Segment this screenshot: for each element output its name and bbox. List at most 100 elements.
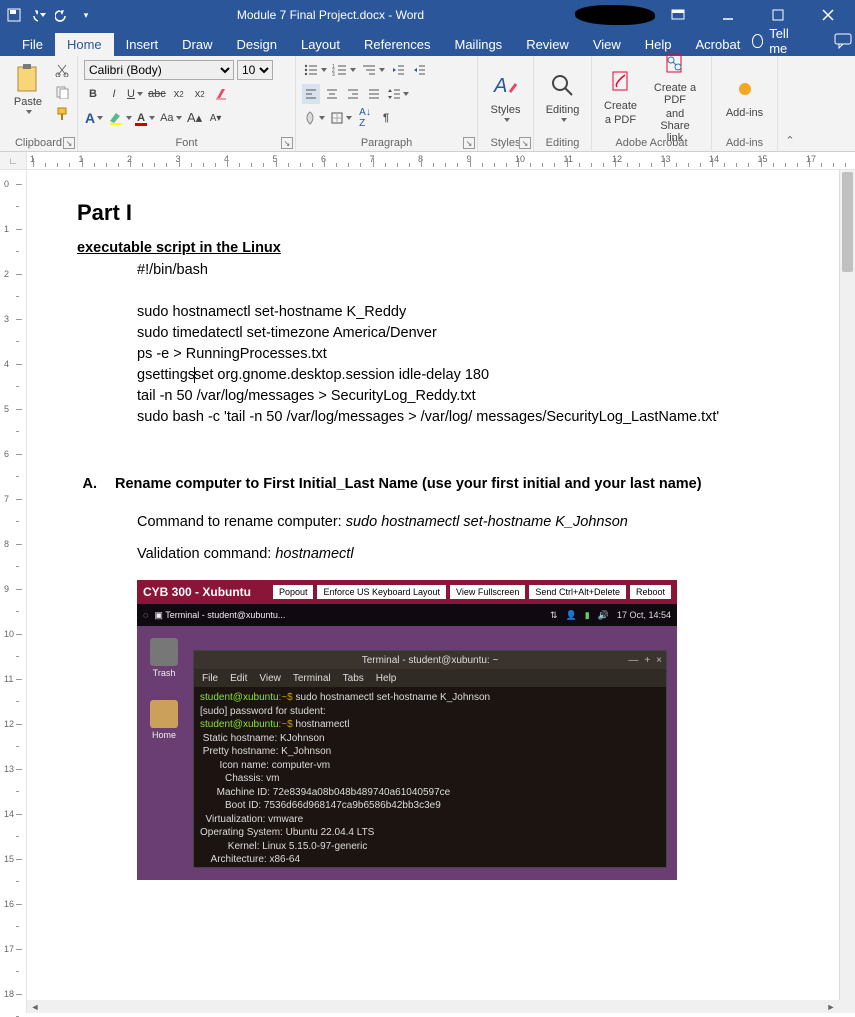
change-case-button[interactable]: Aa: [159, 108, 182, 128]
ribbon: Paste Clipboard ↘ Calibri (Body) 10 B I …: [0, 56, 855, 152]
paste-button[interactable]: Paste: [6, 60, 50, 116]
group-font-label: Font: [84, 135, 289, 149]
align-right-icon[interactable]: [344, 84, 362, 104]
list-item-a: A. Rename computer to First Initial_Last…: [77, 476, 769, 492]
xubuntu-menu-icon: ◌: [143, 610, 148, 620]
find-icon: [547, 70, 579, 102]
tab-mailings[interactable]: Mailings: [443, 33, 515, 56]
group-paragraph-label: Paragraph: [302, 135, 471, 149]
document-page: Part I executable script in the Linux #!…: [27, 170, 819, 880]
subscript-button[interactable]: x2: [170, 84, 188, 104]
group-clipboard-label: Clipboard: [6, 135, 71, 149]
font-launcher[interactable]: ↘: [281, 137, 293, 149]
save-icon[interactable]: [6, 7, 22, 23]
cut-icon[interactable]: [53, 60, 71, 80]
bold-button[interactable]: B: [84, 84, 102, 104]
numbering-icon[interactable]: 123: [331, 60, 357, 80]
window-title: Module 7 Final Project.docx - Word: [94, 8, 567, 22]
font-color-icon[interactable]: A: [136, 108, 156, 128]
terminal-window: Terminal - student@xubuntu: ~ —+× FileEd…: [193, 650, 667, 868]
align-left-icon[interactable]: [302, 84, 320, 104]
italic-button[interactable]: I: [105, 84, 123, 104]
create-share-link-button[interactable]: Create a PDF and Share link: [645, 46, 705, 146]
embedded-screenshot: CYB 300 - Xubuntu Popout Enforce US Keyb…: [137, 580, 677, 880]
styles-button[interactable]: A Styles: [484, 60, 527, 132]
clipboard-launcher[interactable]: ↘: [63, 137, 75, 149]
tab-file[interactable]: File: [10, 33, 55, 56]
tab-references[interactable]: References: [352, 33, 442, 56]
horizontal-ruler[interactable]: ∟ 112345678910111213141517: [0, 152, 855, 170]
show-marks-icon[interactable]: ¶: [377, 108, 395, 128]
shrink-font-button[interactable]: A▾: [207, 108, 225, 128]
scrollbar-thumb[interactable]: [842, 172, 853, 272]
group-editing: Editing Editing: [534, 56, 592, 151]
taskbar-net-icon: ⇅: [550, 610, 558, 621]
styles-icon: A: [490, 70, 522, 102]
superscript-button[interactable]: x2: [191, 84, 209, 104]
qat-more-icon[interactable]: ▾: [78, 7, 94, 23]
svg-text:A: A: [493, 75, 507, 97]
vm-fullscreen-button: View Fullscreen: [450, 585, 525, 599]
styles-launcher[interactable]: ↘: [519, 137, 531, 149]
document-viewport[interactable]: Part I executable script in the Linux #!…: [27, 170, 839, 1000]
bullets-icon[interactable]: [302, 60, 328, 80]
tab-home[interactable]: Home: [55, 33, 114, 56]
paragraph-launcher[interactable]: ↘: [463, 137, 475, 149]
line-spacing-icon[interactable]: [386, 84, 410, 104]
font-size-select[interactable]: 10: [237, 60, 273, 80]
group-styles: A Styles Styles ↘: [478, 56, 534, 151]
sort-icon[interactable]: A↓Z: [356, 108, 374, 128]
group-adobe: Create a PDF Create a PDF and Share link…: [592, 56, 712, 151]
increase-indent-icon[interactable]: [410, 60, 428, 80]
vm-reboot-button: Reboot: [630, 585, 671, 599]
grow-font-button[interactable]: A▴: [186, 108, 204, 128]
vertical-ruler[interactable]: 0123456789101112131415161718: [0, 170, 27, 1000]
underline-button[interactable]: U: [126, 84, 144, 104]
font-family-select[interactable]: Calibri (Body): [84, 60, 234, 80]
strikethrough-button[interactable]: abc: [147, 84, 167, 104]
taskbar-clock: 17 Oct, 14:54: [617, 610, 671, 620]
vertical-scrollbar[interactable]: [839, 170, 855, 1000]
group-adobe-label: Adobe Acrobat: [598, 135, 705, 149]
addins-label: Add-ins: [726, 107, 763, 119]
format-painter-icon[interactable]: [53, 104, 71, 124]
term-close-icon: ×: [656, 655, 662, 666]
highlight-icon[interactable]: [107, 108, 133, 128]
decrease-indent-icon[interactable]: [389, 60, 407, 80]
tab-insert[interactable]: Insert: [114, 33, 171, 56]
clear-format-icon[interactable]: [212, 84, 230, 104]
terminal-body: student@xubuntu:~$ sudo hostnamectl set-…: [194, 687, 666, 867]
tab-draw[interactable]: Draw: [170, 33, 224, 56]
collapse-ribbon-icon[interactable]: ⌃: [778, 56, 802, 151]
list-text: Rename computer to First Initial_Last Na…: [115, 476, 702, 492]
taskbar-window-button: ▣ Terminal - student@xubuntu...: [154, 610, 285, 621]
create-pdf-button[interactable]: Create a PDF: [598, 64, 643, 128]
paste-label: Paste: [14, 96, 42, 108]
comments-icon[interactable]: [834, 33, 852, 49]
tell-me-bulb-icon[interactable]: [752, 34, 763, 48]
horizontal-scrollbar[interactable]: ◄ ►: [0, 1000, 855, 1013]
justify-icon[interactable]: [365, 84, 383, 104]
shading-icon[interactable]: [302, 108, 326, 128]
text-effects-icon[interactable]: A: [84, 108, 104, 128]
tab-design[interactable]: Design: [225, 33, 289, 56]
editing-button[interactable]: Editing: [540, 60, 585, 132]
tab-view[interactable]: View: [581, 33, 633, 56]
scroll-left-arrow[interactable]: ◄: [27, 1000, 43, 1013]
borders-icon[interactable]: [329, 108, 353, 128]
scroll-right-arrow[interactable]: ►: [823, 1000, 839, 1013]
multilevel-list-icon[interactable]: [360, 60, 386, 80]
ribbon-display-icon[interactable]: [655, 0, 701, 30]
undo-icon[interactable]: [30, 7, 46, 23]
minimize-button[interactable]: [705, 0, 751, 30]
tab-layout[interactable]: Layout: [289, 33, 352, 56]
group-addins: Add-ins Add-ins: [712, 56, 778, 151]
copy-icon[interactable]: [53, 82, 71, 102]
addins-button[interactable]: Add-ins: [718, 60, 771, 132]
ruler-corner: ∟: [0, 152, 27, 169]
svg-text:3: 3: [332, 72, 335, 77]
tab-review[interactable]: Review: [514, 33, 581, 56]
align-center-icon[interactable]: [323, 84, 341, 104]
tell-me-label[interactable]: Tell me: [769, 26, 799, 56]
redo-icon[interactable]: [54, 7, 70, 23]
